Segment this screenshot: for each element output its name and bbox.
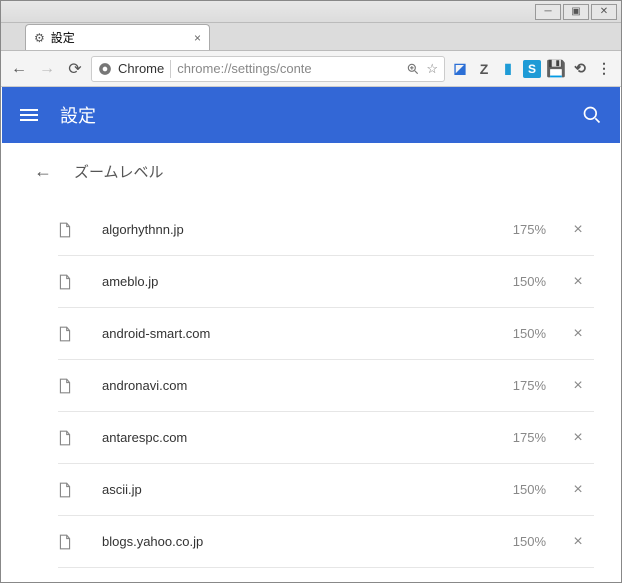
zoom-site-row: ascii.jp 150% × [58, 464, 594, 516]
chrome-logo-icon [98, 62, 112, 76]
settings-search-button[interactable] [582, 105, 602, 125]
zoom-icon[interactable] [406, 62, 420, 76]
site-host: antarespc.com [92, 430, 480, 445]
zoom-site-row: algorhythnn.jp 175% × [58, 204, 594, 256]
zoom-site-row: antarespc.com 175% × [58, 412, 594, 464]
zoom-site-row: android-smart.com 150% × [58, 308, 594, 360]
settings-title: 設定 [60, 102, 96, 128]
settings-scroll-area[interactable]: ← ズームレベル algorhythnn.jp 175% × ameblo.jp 150… [2, 143, 620, 581]
zoom-site-row: andronavi.com 175% × [58, 360, 594, 412]
file-icon [58, 274, 76, 290]
zoom-site-row: ameblo.jp 150% × [58, 256, 594, 308]
site-host: ameblo.jp [92, 274, 480, 289]
address-bar: ← → ⟳ Chrome chrome://settings/conte ☆ ◪… [1, 51, 621, 87]
extension-icons: ◪ Z ▮ S 💾 ⟲ ⋮ [449, 58, 615, 80]
site-zoom-value: 150% [496, 534, 546, 549]
tab-title: 設定 [51, 29, 75, 46]
forward-button[interactable]: → [35, 57, 59, 81]
section-header: ← ズームレベル [2, 143, 620, 192]
tab-close-icon[interactable]: × [194, 31, 201, 45]
extension-icon-save[interactable]: 💾 [545, 58, 567, 80]
site-zoom-value: 175% [496, 378, 546, 393]
extension-icon-z[interactable]: Z [473, 58, 495, 80]
site-host: ascii.jp [92, 482, 480, 497]
chrome-menu-button[interactable]: ⋮ [593, 58, 615, 80]
file-icon [58, 482, 76, 498]
extension-icon-s[interactable]: S [521, 58, 543, 80]
bookmark-star-icon[interactable]: ☆ [426, 61, 438, 77]
remove-site-button[interactable]: × [562, 429, 594, 447]
extension-icon-1[interactable]: ◪ [449, 58, 471, 80]
extension-icon-3[interactable]: ▮ [497, 58, 519, 80]
file-icon [58, 222, 76, 238]
site-zoom-value: 150% [496, 482, 546, 497]
remove-site-button[interactable]: × [562, 533, 594, 551]
browser-tab[interactable]: ⚙ 設定 × [25, 24, 210, 50]
site-zoom-value: 150% [496, 326, 546, 341]
site-host: andronavi.com [92, 378, 480, 393]
os-titlebar: ─ ▣ ✕ [1, 1, 621, 23]
remove-site-button[interactable]: × [562, 377, 594, 395]
omnibox-url: chrome://settings/conte [177, 61, 400, 76]
extension-icon-sync[interactable]: ⟲ [569, 58, 591, 80]
section-title: ズームレベル [74, 161, 164, 182]
close-window-button[interactable]: ✕ [591, 4, 617, 20]
site-host: android-smart.com [92, 326, 480, 341]
remove-site-button[interactable]: × [562, 273, 594, 291]
omnibox-divider [170, 60, 171, 78]
maximize-button[interactable]: ▣ [563, 4, 589, 20]
remove-site-button[interactable]: × [562, 221, 594, 239]
browser-window: ─ ▣ ✕ ⚙ 設定 × ← → ⟳ Chrome chrome://setti… [0, 0, 622, 583]
file-icon [58, 378, 76, 394]
omnibox[interactable]: Chrome chrome://settings/conte ☆ [91, 56, 445, 82]
window-controls: ─ ▣ ✕ [535, 4, 621, 20]
file-icon [58, 326, 76, 342]
section-back-button[interactable]: ← [34, 161, 52, 182]
remove-site-button[interactable]: × [562, 481, 594, 499]
minimize-button[interactable]: ─ [535, 4, 561, 20]
back-button[interactable]: ← [7, 57, 31, 81]
gear-icon: ⚙ [34, 31, 45, 45]
tab-strip: ⚙ 設定 × [1, 23, 621, 51]
reload-button[interactable]: ⟳ [63, 57, 87, 81]
site-host: algorhythnn.jp [92, 222, 480, 237]
page-content: 設定 ← ズームレベル algorhythnn.jp175%×ameblo.jp… [2, 87, 620, 581]
omnibox-scheme-label: Chrome [118, 61, 164, 76]
site-zoom-value: 175% [496, 430, 546, 445]
site-zoom-value: 175% [496, 222, 546, 237]
site-zoom-value: 150% [496, 274, 546, 289]
settings-appbar: 設定 [2, 87, 620, 143]
zoom-site-row: blogs.yahoo.co.jp 150% × [58, 516, 594, 568]
hamburger-menu-button[interactable] [20, 106, 44, 124]
zoom-site-list: algorhythnn.jp175%×ameblo.jp150%×android… [2, 192, 620, 568]
remove-site-button[interactable]: × [562, 325, 594, 343]
file-icon [58, 534, 76, 550]
file-icon [58, 430, 76, 446]
site-host: blogs.yahoo.co.jp [92, 534, 480, 549]
